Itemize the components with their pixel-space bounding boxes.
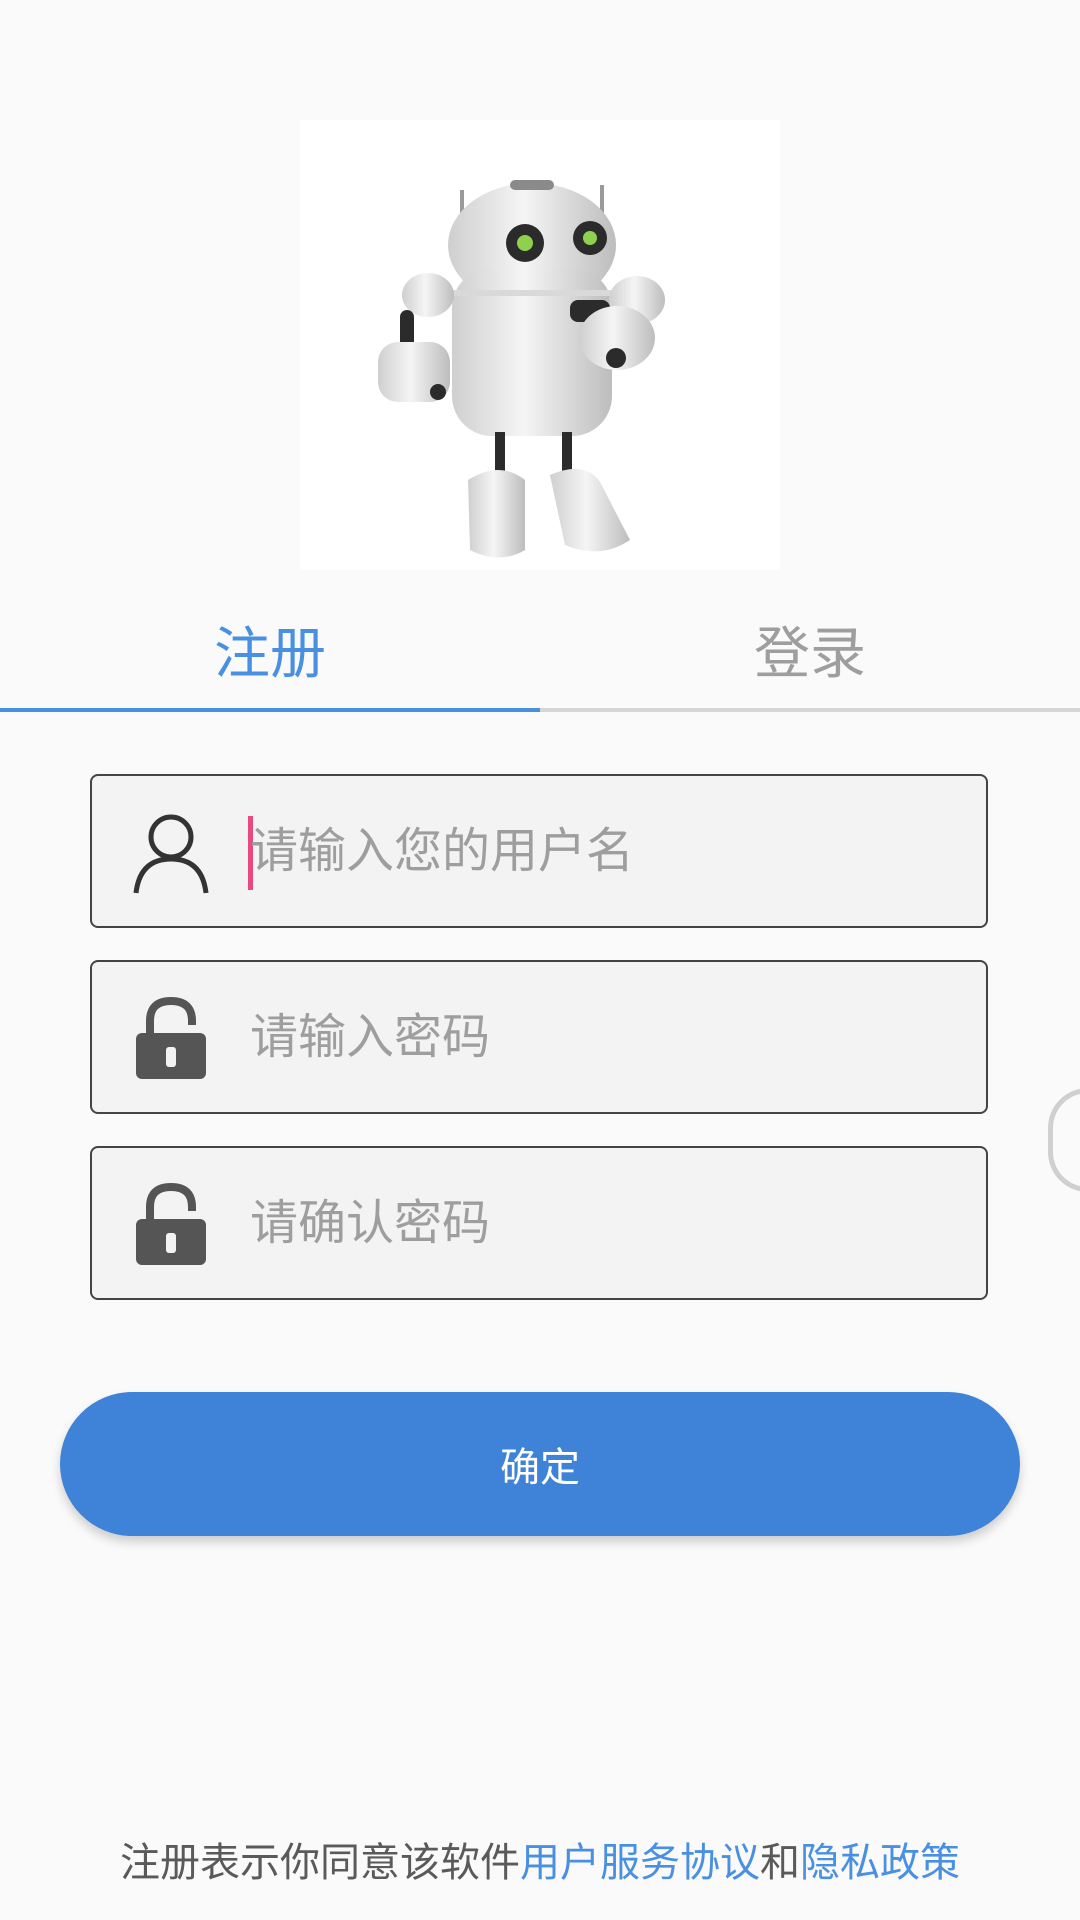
lock-icon: [130, 1181, 212, 1267]
username-input[interactable]: [250, 776, 950, 926]
password-field[interactable]: [90, 960, 988, 1114]
auth-tabs: 注册 登录: [0, 590, 1080, 712]
privacy-link[interactable]: 隐私政策: [800, 1840, 960, 1886]
robot-image: [300, 120, 780, 570]
user-icon: [130, 809, 212, 895]
lock-icon: [130, 995, 212, 1081]
agreement-text: 注册表示你同意该软件用户服务协议和隐私政策: [0, 1830, 1080, 1888]
username-field[interactable]: [90, 774, 988, 928]
side-edge-handle[interactable]: [1048, 1088, 1080, 1192]
agreement-and: 和: [760, 1840, 800, 1886]
active-tab-indicator: [0, 708, 540, 712]
tab-register[interactable]: 注册: [0, 590, 540, 708]
confirm-button[interactable]: 确定: [60, 1392, 1020, 1536]
confirm-password-input[interactable]: [250, 1148, 950, 1298]
tab-login[interactable]: 登录: [540, 590, 1080, 708]
confirm-password-field[interactable]: [90, 1146, 988, 1300]
password-input[interactable]: [250, 962, 950, 1112]
register-screen: 注册 登录 请输入您的用户名 确定 注册表示你同意该软件用户服务协议和隐私政策: [0, 0, 1080, 1920]
terms-link[interactable]: 用户服务协议: [520, 1840, 760, 1886]
agreement-prefix: 注册表示你同意该软件: [120, 1840, 520, 1886]
